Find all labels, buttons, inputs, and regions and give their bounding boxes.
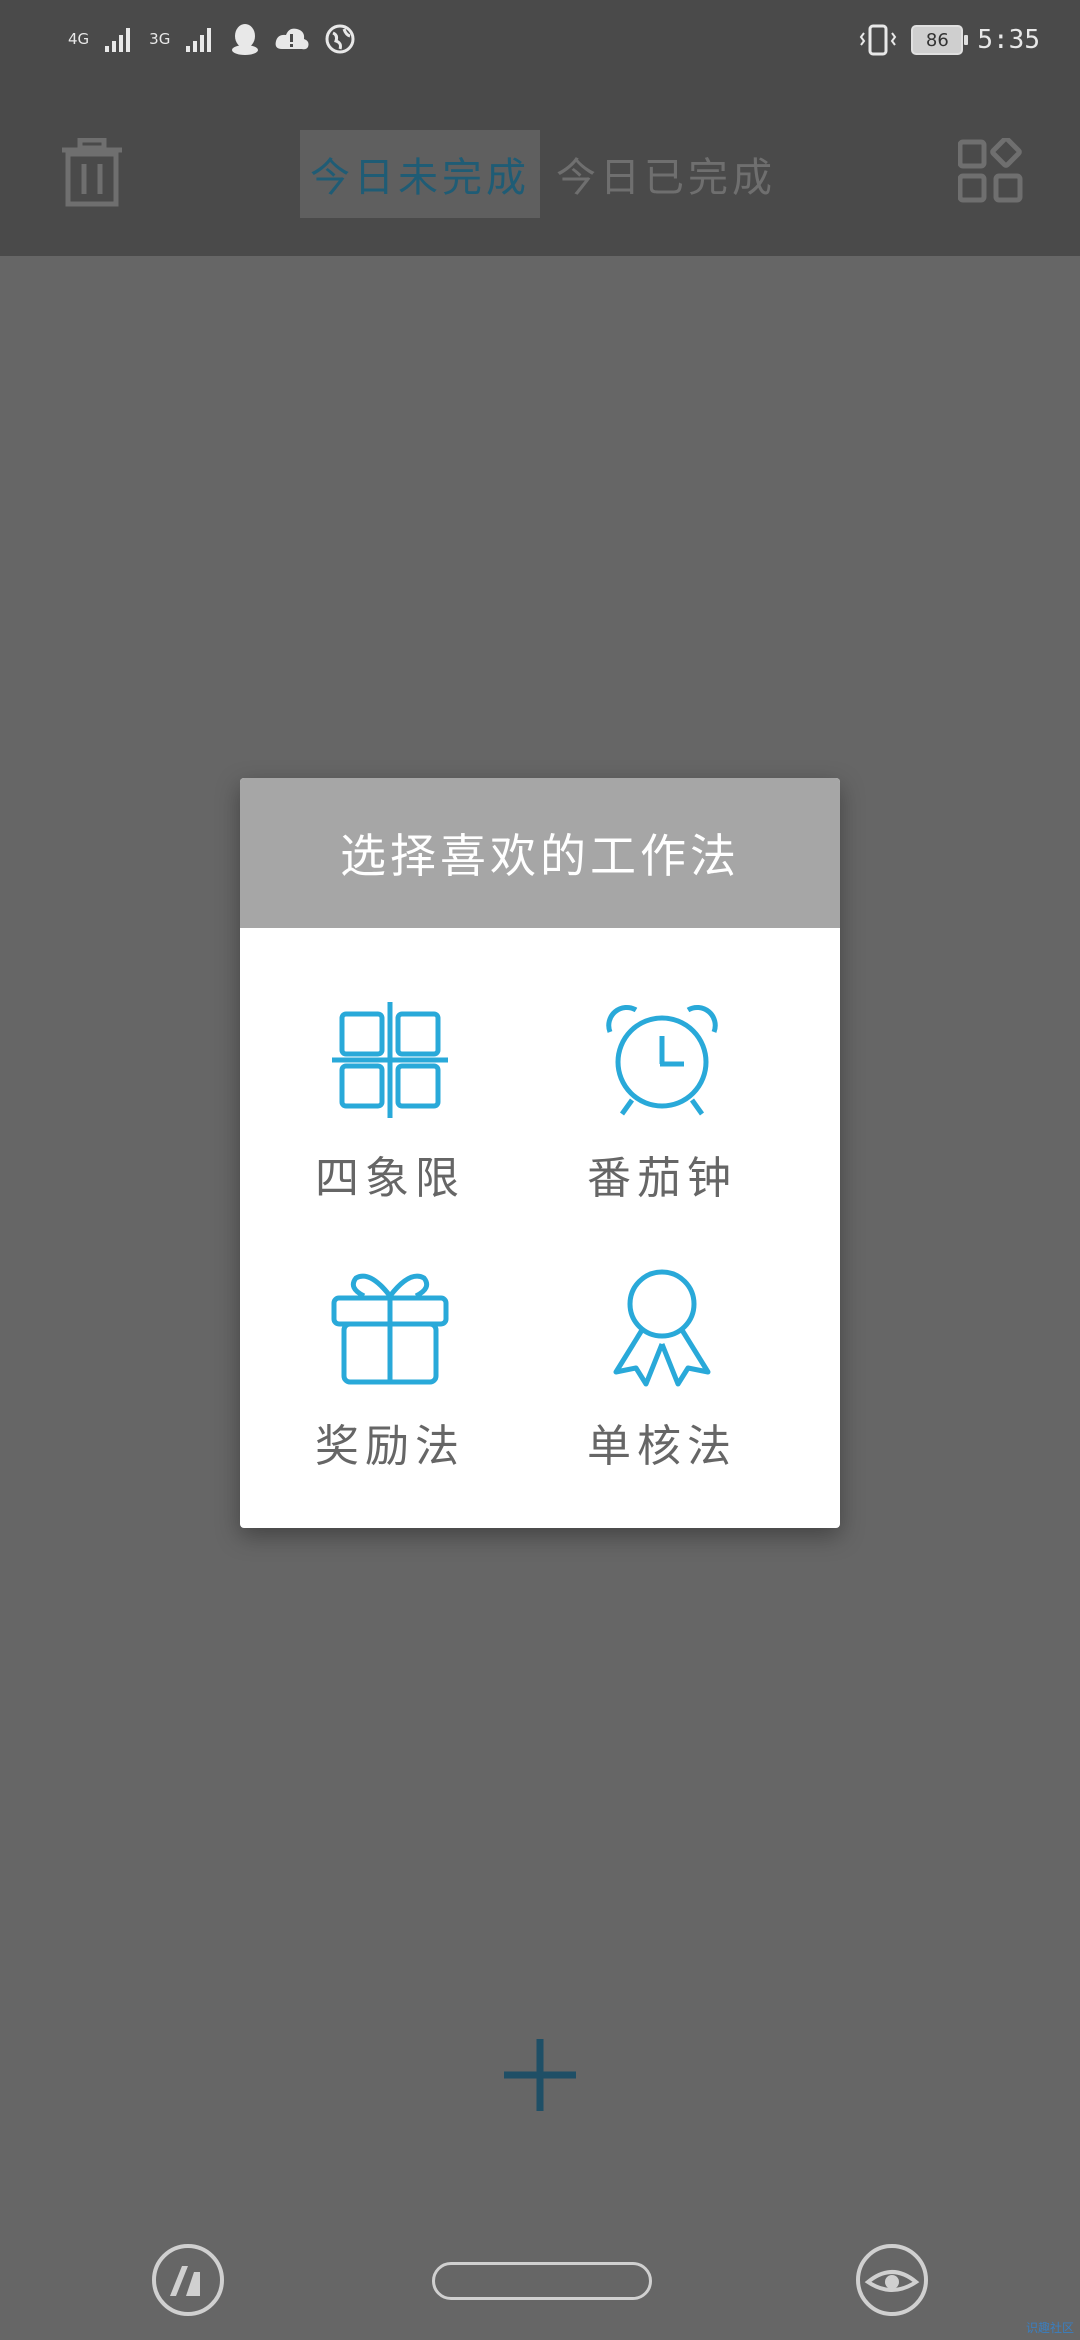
option-label: 四象限 bbox=[315, 1153, 465, 1204]
quadrant-icon bbox=[332, 1002, 448, 1118]
network-3g-label: 3G bbox=[149, 29, 171, 48]
tab-today-incomplete[interactable]: 今日未完成 bbox=[300, 130, 540, 218]
battery-indicator: 86 bbox=[911, 25, 969, 55]
qq-icon bbox=[232, 24, 259, 55]
option-pomodoro[interactable]: 番茄钟 bbox=[512, 1000, 812, 1260]
status-bar: 4G 3G 86 5:35 bbox=[0, 0, 1080, 88]
work-method-dialog: 选择喜欢的工作法 四象限 番茄钟 奖励法 单核法 bbox=[240, 778, 840, 1528]
status-icons-left: 4G 3G bbox=[68, 22, 356, 56]
option-label: 番茄钟 bbox=[587, 1153, 737, 1204]
option-label: 奖励法 bbox=[315, 1421, 465, 1472]
globe-icon bbox=[325, 24, 355, 54]
signal-icon bbox=[186, 28, 212, 52]
option-four-quadrants[interactable]: 四象限 bbox=[240, 1000, 540, 1260]
option-label: 单核法 bbox=[587, 1421, 737, 1472]
app-header: 今日未完成 今日已完成 bbox=[0, 88, 1080, 256]
vibrate-icon bbox=[860, 24, 897, 56]
dialog-title: 选择喜欢的工作法 bbox=[240, 778, 840, 928]
award-ribbon-icon bbox=[613, 1269, 711, 1387]
status-icons-right: 86 5:35 bbox=[859, 24, 1040, 56]
option-reward[interactable]: 奖励法 bbox=[240, 1268, 540, 1528]
eye-nav-icon[interactable] bbox=[854, 2242, 930, 2318]
option-single-core[interactable]: 单核法 bbox=[512, 1268, 812, 1528]
trash-icon[interactable] bbox=[60, 138, 124, 208]
home-gesture-bar[interactable] bbox=[432, 2262, 652, 2300]
cloud-alert-icon bbox=[275, 28, 309, 50]
alarm-clock-icon bbox=[606, 1004, 718, 1116]
gift-icon bbox=[331, 1273, 449, 1385]
signal-icon bbox=[105, 28, 131, 52]
clock: 5:35 bbox=[977, 25, 1040, 55]
apps-grid-icon[interactable] bbox=[958, 138, 1024, 204]
tab-today-complete[interactable]: 今日已完成 bbox=[556, 130, 776, 218]
watermark: 识趣社区 bbox=[1025, 2321, 1074, 2335]
network-4g-label: 4G bbox=[68, 29, 90, 48]
assistant-icon[interactable] bbox=[150, 2242, 226, 2318]
add-task-button[interactable] bbox=[500, 2035, 580, 2115]
